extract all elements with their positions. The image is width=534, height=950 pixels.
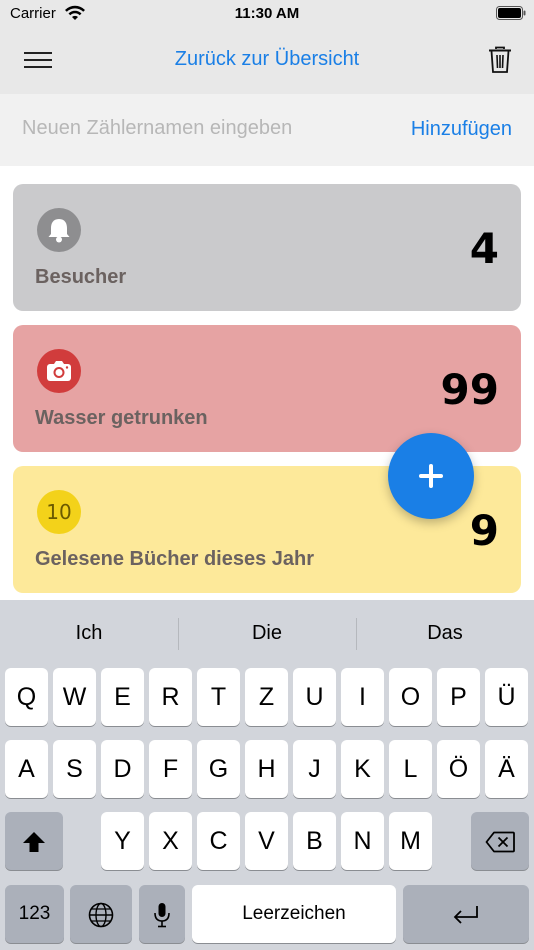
counter-name: Gelesene Bücher dieses Jahr [35,548,315,570]
key-s[interactable]: S [53,740,96,798]
key-g[interactable]: G [197,740,240,798]
suggestion-1[interactable]: Ich [0,600,178,666]
new-counter-row: Hinzufügen [0,94,534,166]
key-b[interactable]: B [293,812,336,870]
numbers-key[interactable]: 123 [5,885,64,943]
badge-number: 10 [46,500,72,524]
microphone-icon [154,903,170,928]
suggestion-bar: Ich Die Das [0,600,534,666]
backspace-icon [485,831,515,853]
key-x[interactable]: X [149,812,192,870]
key-y[interactable]: Y [101,812,144,870]
key-j[interactable]: J [293,740,336,798]
key-n[interactable]: N [341,812,384,870]
backspace-key[interactable] [471,812,529,870]
key-r[interactable]: R [149,668,192,726]
camera-icon [37,349,81,393]
key-f[interactable]: F [149,740,192,798]
space-key[interactable]: Leerzeichen [192,885,396,943]
counter-name: Wasser getrunken [35,407,208,429]
key-i[interactable]: I [341,668,384,726]
counter-value: 99 [440,365,499,414]
add-counter-fab[interactable] [388,433,474,519]
back-to-overview-link[interactable]: Zurück zur Übersicht [0,48,534,71]
globe-key[interactable] [70,885,132,943]
key-k[interactable]: K [341,740,384,798]
shift-key[interactable] [5,812,63,870]
microphone-key[interactable] [139,885,185,943]
counter-card-wasser-getrunken[interactable]: Wasser getrunken 99 [13,325,521,452]
key-z[interactable]: Z [245,668,288,726]
return-arrow-icon [453,906,478,925]
counter-name: Besucher [35,266,127,288]
key-a[interactable]: A [5,740,48,798]
key-p[interactable]: P [437,668,480,726]
battery-icon [496,6,526,20]
suggestion-3[interactable]: Das [356,600,534,666]
trash-icon[interactable] [488,46,512,74]
key-q[interactable]: Q [5,668,48,726]
number-badge-icon: 10 [37,490,81,534]
keyboard: Ich Die Das Q W E R T Z U I O P Ü A S D … [0,600,534,950]
bell-icon [37,208,81,252]
globe-icon [88,903,114,928]
key-v[interactable]: V [245,812,288,870]
key-ae[interactable]: Ä [485,740,528,798]
key-o[interactable]: O [389,668,432,726]
key-m[interactable]: M [389,812,432,870]
suggestion-2[interactable]: Die [178,600,356,666]
navigation-bar: Zurück zur Übersicht [0,28,534,94]
key-ue[interactable]: Ü [485,668,528,726]
key-t[interactable]: T [197,668,240,726]
key-w[interactable]: W [53,668,96,726]
shift-arrow-icon [23,832,45,853]
status-bar: Carrier 11:30 AM [0,0,534,28]
key-c[interactable]: C [197,812,240,870]
key-oe[interactable]: Ö [437,740,480,798]
return-key[interactable] [403,885,529,943]
counter-name-input[interactable] [22,117,382,140]
counter-value: 4 [469,224,499,273]
clock: 11:30 AM [234,5,300,22]
counter-value: 9 [469,506,499,555]
key-d[interactable]: D [101,740,144,798]
key-u[interactable]: U [293,668,336,726]
add-button[interactable]: Hinzufügen [411,118,512,141]
counter-card-besucher[interactable]: Besucher 4 [13,184,521,311]
key-h[interactable]: H [245,740,288,798]
key-e[interactable]: E [101,668,144,726]
key-l[interactable]: L [389,740,432,798]
